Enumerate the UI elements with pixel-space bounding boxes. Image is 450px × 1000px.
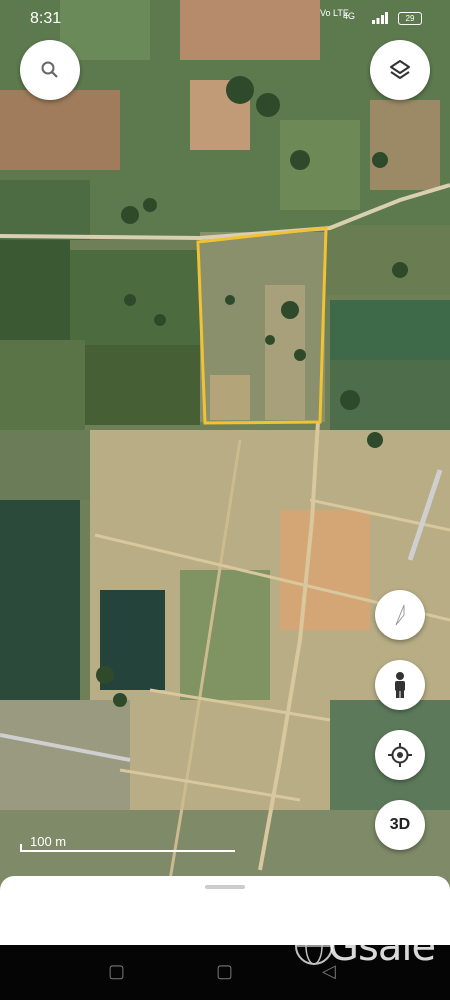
3d-label: 3D (389, 816, 411, 833)
compass-icon (395, 604, 405, 626)
search-button[interactable] (20, 40, 80, 100)
sheet-drag-handle[interactable] (205, 885, 245, 889)
layers-button[interactable] (370, 40, 430, 100)
scale-label: 100 m (30, 834, 67, 849)
search-icon (41, 61, 58, 78)
menu-nav-icon[interactable]: ▢ (108, 961, 125, 982)
battery-indicator: 29 (398, 12, 422, 25)
satellite-map[interactable] (0, 0, 450, 945)
layers-icon (390, 60, 410, 79)
home-nav-icon[interactable]: ▢ (216, 961, 233, 982)
my-location-button[interactable] (375, 730, 425, 780)
street-view-button[interactable] (375, 660, 425, 710)
location-icon (388, 743, 412, 767)
person-icon (395, 672, 405, 698)
signal-type: 4G (343, 11, 356, 21)
3d-button[interactable]: 3D (375, 800, 425, 850)
scale-line (20, 850, 235, 852)
status-time: 8:31 (30, 10, 62, 27)
compass-button[interactable] (375, 590, 425, 640)
scale-bar: 100 m (20, 834, 235, 852)
status-bar: 8:31 Vo LTE 4G 29 (0, 0, 450, 38)
signal-bars-icon (372, 12, 388, 24)
watermark-text: Gsale (328, 924, 436, 970)
gsale-watermark: Gsale (288, 920, 436, 972)
